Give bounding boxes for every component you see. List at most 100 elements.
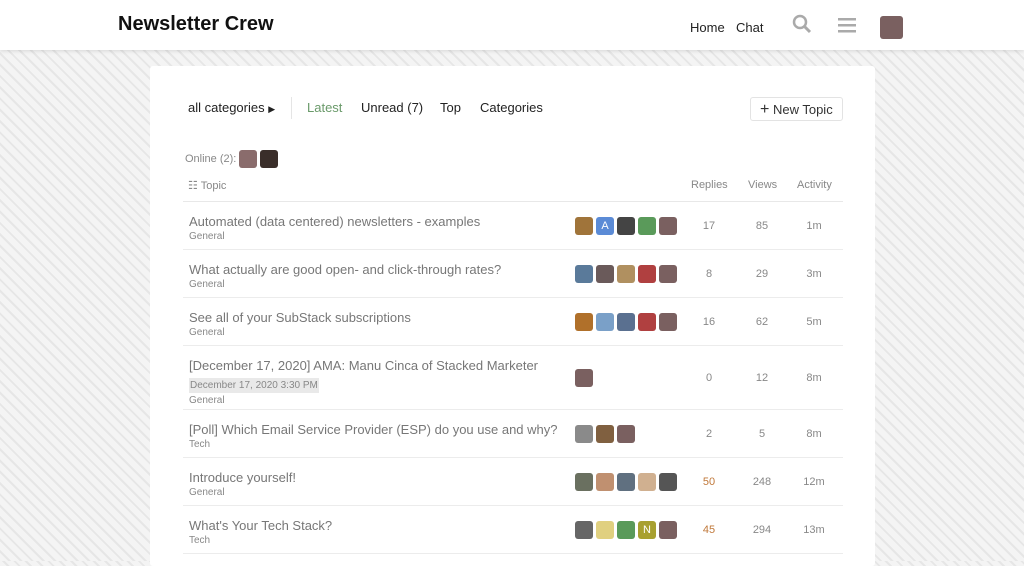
poster-avatar[interactable] bbox=[575, 521, 593, 539]
activity-time[interactable]: 3m bbox=[794, 268, 834, 280]
poster-avatar[interactable] bbox=[617, 217, 635, 235]
topic-row[interactable]: [Poll] Which Email Service Provider (ESP… bbox=[183, 410, 843, 458]
topic-list-panel: all categories ▶ Latest Unread (7) Top C… bbox=[150, 66, 875, 566]
topic-list: Automated (data centered) newsletters - … bbox=[183, 201, 843, 554]
divider bbox=[291, 97, 292, 119]
topic-title[interactable]: See all of your SubStack subscriptions bbox=[189, 310, 411, 325]
column-topic[interactable]: ☷ Topic bbox=[188, 179, 226, 192]
topic-title[interactable]: What actually are good open- and click-t… bbox=[189, 262, 501, 277]
poster-avatar[interactable] bbox=[575, 425, 593, 443]
column-replies[interactable]: Replies bbox=[691, 179, 728, 191]
topic-row[interactable]: What actually are good open- and click-t… bbox=[183, 250, 843, 298]
replies-count: 17 bbox=[702, 220, 716, 232]
online-users: Online (2): bbox=[185, 150, 279, 168]
posters bbox=[575, 425, 635, 443]
views-count: 62 bbox=[755, 316, 769, 328]
activity-time[interactable]: 8m bbox=[794, 428, 834, 440]
online-avatar[interactable] bbox=[239, 150, 258, 168]
poster-avatar[interactable] bbox=[659, 313, 677, 331]
topic-row[interactable]: [December 17, 2020] AMA: Manu Cinca of S… bbox=[183, 346, 843, 410]
views-count: 294 bbox=[752, 524, 772, 536]
activity-time[interactable]: 1m bbox=[794, 220, 834, 232]
topic-category[interactable]: General bbox=[189, 231, 569, 243]
poster-avatar[interactable] bbox=[596, 473, 614, 491]
new-topic-button[interactable]: + New Topic bbox=[750, 97, 843, 121]
poster-avatar[interactable] bbox=[575, 473, 593, 491]
views-count: 29 bbox=[755, 268, 769, 280]
activity-time[interactable]: 13m bbox=[794, 524, 834, 536]
poster-avatar[interactable]: A bbox=[596, 217, 614, 235]
poster-avatar[interactable] bbox=[617, 265, 635, 283]
search-icon[interactable] bbox=[792, 14, 812, 39]
posters: N bbox=[575, 521, 677, 539]
list-icon: ☷ bbox=[188, 180, 198, 192]
category-dropdown[interactable]: all categories ▶ bbox=[188, 100, 275, 115]
new-topic-label: New Topic bbox=[772, 102, 833, 117]
views-count: 5 bbox=[758, 428, 766, 440]
poster-avatar[interactable] bbox=[617, 521, 635, 539]
topic-title[interactable]: [Poll] Which Email Service Provider (ESP… bbox=[189, 422, 558, 437]
poster-avatar[interactable] bbox=[596, 265, 614, 283]
poster-avatar[interactable] bbox=[596, 313, 614, 331]
column-topic-label: Topic bbox=[200, 180, 227, 192]
tab-latest[interactable]: Latest bbox=[307, 100, 342, 115]
plus-icon: + bbox=[760, 101, 770, 118]
poster-avatar[interactable] bbox=[617, 473, 635, 491]
column-activity[interactable]: Activity bbox=[797, 179, 832, 191]
topic-category[interactable]: Tech bbox=[189, 439, 569, 451]
user-avatar[interactable] bbox=[880, 16, 903, 39]
topic-title[interactable]: [December 17, 2020] AMA: Manu Cinca of S… bbox=[189, 358, 538, 373]
poster-avatar[interactable] bbox=[596, 521, 614, 539]
caret-right-icon: ▶ bbox=[268, 104, 276, 114]
column-views[interactable]: Views bbox=[748, 179, 777, 191]
topic-category[interactable]: General bbox=[189, 327, 569, 339]
topic-category[interactable]: General bbox=[189, 487, 569, 499]
topic-row[interactable]: Automated (data centered) newsletters - … bbox=[183, 202, 843, 250]
poster-avatar[interactable] bbox=[659, 217, 677, 235]
views-count: 248 bbox=[752, 476, 772, 488]
replies-count: 8 bbox=[705, 268, 713, 280]
tab-unread[interactable]: Unread (7) bbox=[361, 100, 423, 115]
event-date-tag: December 17, 2020 3:30 PM bbox=[189, 378, 319, 393]
topic-title[interactable]: Automated (data centered) newsletters - … bbox=[189, 214, 480, 229]
poster-avatar[interactable] bbox=[638, 473, 656, 491]
poster-avatar[interactable] bbox=[575, 265, 593, 283]
topic-category[interactable]: General bbox=[189, 395, 569, 407]
online-label: Online (2): bbox=[185, 153, 237, 165]
activity-time[interactable]: 8m bbox=[794, 372, 834, 384]
topic-title[interactable]: Introduce yourself! bbox=[189, 470, 296, 485]
topic-category[interactable]: General bbox=[189, 279, 569, 291]
topic-row[interactable]: Introduce yourself! General 50 248 12m bbox=[183, 458, 843, 506]
poster-avatar[interactable] bbox=[659, 265, 677, 283]
hamburger-menu-icon[interactable] bbox=[838, 17, 856, 38]
replies-count: 16 bbox=[702, 316, 716, 328]
replies-count: 0 bbox=[705, 372, 713, 384]
poster-avatar[interactable] bbox=[659, 521, 677, 539]
poster-avatar[interactable] bbox=[575, 313, 593, 331]
tab-top[interactable]: Top bbox=[440, 100, 461, 115]
topic-row[interactable]: See all of your SubStack subscriptions Ge… bbox=[183, 298, 843, 346]
poster-avatar[interactable] bbox=[659, 473, 677, 491]
poster-avatar[interactable] bbox=[575, 369, 593, 387]
poster-avatar[interactable] bbox=[638, 313, 656, 331]
topic-category[interactable]: Tech bbox=[189, 535, 569, 547]
site-title[interactable]: Newsletter Crew bbox=[118, 13, 274, 36]
topic-row[interactable]: What's Your Tech Stack? Tech N 45 294 13m bbox=[183, 506, 843, 554]
poster-avatar[interactable] bbox=[596, 425, 614, 443]
tab-categories[interactable]: Categories bbox=[480, 100, 543, 115]
poster-avatar[interactable] bbox=[575, 217, 593, 235]
poster-avatar[interactable] bbox=[617, 425, 635, 443]
views-count: 12 bbox=[755, 372, 769, 384]
online-avatar[interactable] bbox=[260, 150, 279, 168]
poster-avatar[interactable] bbox=[638, 217, 656, 235]
poster-avatar[interactable] bbox=[638, 265, 656, 283]
poster-avatar[interactable]: N bbox=[638, 521, 656, 539]
activity-time[interactable]: 12m bbox=[794, 476, 834, 488]
activity-time[interactable]: 5m bbox=[794, 316, 834, 328]
topic-title[interactable]: What's Your Tech Stack? bbox=[189, 518, 332, 533]
poster-avatar[interactable] bbox=[617, 313, 635, 331]
category-label: all categories bbox=[188, 100, 265, 115]
posters: A bbox=[575, 217, 677, 235]
nav-chat[interactable]: Chat bbox=[736, 20, 763, 35]
nav-home[interactable]: Home bbox=[690, 20, 725, 35]
